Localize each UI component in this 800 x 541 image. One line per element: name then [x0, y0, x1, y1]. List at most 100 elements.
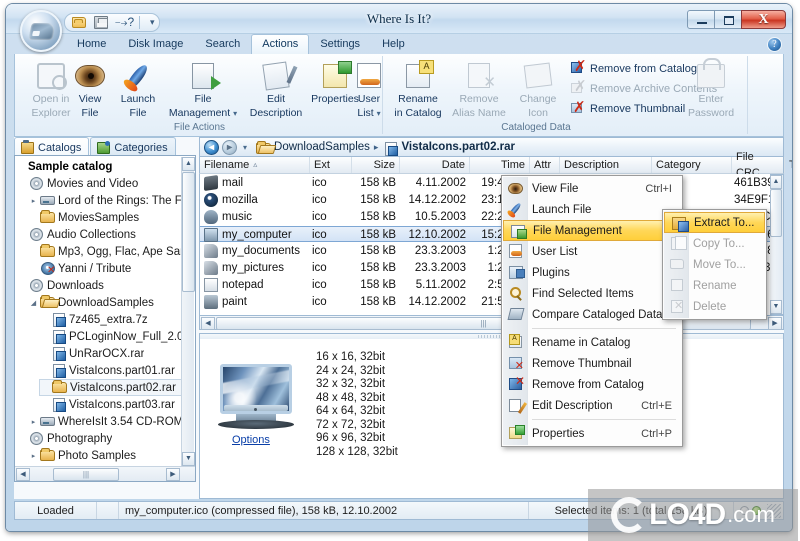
tree-item[interactable]: PCLoginNow_Full_2.0 — [39, 328, 185, 345]
ribbon-remove-alias-name[interactable]: Remove Alias Name — [446, 59, 512, 119]
help-icon[interactable]: ? — [767, 37, 782, 52]
menu-item-rename-in-catalog[interactable]: Rename in Catalog — [502, 332, 682, 353]
column-header-tag[interactable]: Tag — [785, 157, 792, 173]
tree-item[interactable]: Mp3, Ogg, Flac, Ape Sam — [28, 243, 185, 260]
tree-expander-icon[interactable]: ▸ — [28, 452, 39, 460]
menu-item-compare-cataloged-data[interactable]: Compare Cataloged Data — [502, 304, 682, 325]
column-header-ext[interactable]: Ext — [310, 157, 352, 173]
scroll-right-button[interactable]: ▶ — [768, 317, 782, 330]
menu-item-remove-thumbnail[interactable]: Remove Thumbnail — [502, 353, 682, 374]
tree-item[interactable]: ▸Lord of the Rings: The Fe — [28, 192, 185, 209]
close-button[interactable]: X — [741, 10, 786, 29]
ribbon-tab-disk-image[interactable]: Disk Image — [117, 34, 194, 55]
menu-item-move-to[interactable]: Move To... — [663, 254, 766, 275]
quick-access-dropdown-icon[interactable]: ▾ — [148, 17, 155, 28]
menu-item-delete[interactable]: Delete — [663, 296, 766, 317]
tree-item[interactable]: 7z465_extra.7z — [39, 311, 185, 328]
column-header-time[interactable]: Time — [470, 157, 530, 173]
tree-item[interactable]: ◢DownloadSamples — [28, 294, 185, 311]
column-header-file-crc[interactable]: File CRC — [732, 157, 785, 173]
tree-item[interactable]: Sample catalog — [17, 158, 185, 175]
column-header-filename[interactable]: Filename▵ — [200, 157, 310, 173]
breadcrumb-item[interactable]: DownloadSamples — [255, 141, 370, 154]
catalog-tree[interactable]: Sample catalogMovies and Video▸Lord of t… — [14, 155, 196, 482]
tree-expander-icon[interactable]: ▸ — [28, 418, 39, 426]
column-header-category[interactable]: Category — [652, 157, 732, 173]
tree-item[interactable]: Photography — [17, 430, 185, 447]
ribbon-tab-actions[interactable]: Actions — [251, 34, 309, 55]
ribbon-remove-thumbnail[interactable]: ✗ Remove Thumbnail — [570, 101, 685, 116]
tree-expander-icon[interactable]: ▸ — [28, 197, 39, 205]
tree-item[interactable]: VistaIcons.part01.rar — [39, 362, 185, 379]
ribbon-change-icon[interactable]: Change Icon — [512, 59, 564, 119]
ribbon-tab-search[interactable]: Search — [194, 34, 251, 55]
ribbon-enter-password[interactable]: Enter Password — [682, 59, 740, 119]
tree-vertical-scrollbar[interactable]: ▲ ▼ — [181, 157, 194, 482]
save-icon[interactable] — [93, 15, 109, 30]
menu-item-edit-description[interactable]: Edit DescriptionCtrl+E — [502, 395, 682, 416]
table-row[interactable]: mailico158 kB4.11.200219:47:44a16 x 16, … — [200, 175, 770, 191]
tree-item[interactable]: Document Samples — [28, 481, 185, 482]
scroll-thumb[interactable] — [770, 189, 782, 237]
scroll-left-button[interactable]: ◀ — [16, 468, 30, 481]
maximize-button[interactable] — [714, 10, 742, 29]
tree-item[interactable]: ▸Photo Samples — [28, 447, 185, 464]
ribbon-tab-help[interactable]: Help — [371, 34, 416, 55]
application-menu-orb[interactable] — [20, 10, 62, 52]
tree-item[interactable]: VistaIcons.part03.rar — [39, 396, 185, 413]
help-cursor-icon[interactable]: ⤍? — [115, 15, 131, 30]
menu-item-view-file[interactable]: View FileCtrl+I — [502, 178, 682, 199]
menu-item-launch-file[interactable]: Launch File — [502, 199, 682, 220]
column-header-attr[interactable]: Attr — [530, 157, 560, 173]
scroll-down-button[interactable]: ▼ — [182, 452, 195, 466]
left-tab-categories[interactable]: Categories — [90, 137, 175, 155]
menu-item-properties[interactable]: PropertiesCtrl+P — [502, 423, 682, 444]
tree-item[interactable]: Downloads — [17, 277, 185, 294]
tree-horizontal-scrollbar[interactable]: ◀ ||| ▶ — [15, 466, 195, 481]
column-header-size[interactable]: Size — [352, 157, 400, 173]
menu-item-remove-from-catalog[interactable]: Remove from Catalog — [502, 374, 682, 395]
menu-item-copy-to[interactable]: Copy To... — [663, 233, 766, 254]
preview-splitter[interactable] — [200, 334, 783, 339]
resize-grip[interactable] — [767, 504, 781, 518]
ribbon-launch-file[interactable]: Launch File — [113, 59, 163, 119]
menu-item-find-selected-items[interactable]: Find Selected Items — [502, 283, 682, 304]
left-tab-catalogs[interactable]: Catalogs — [14, 137, 89, 155]
chevron-down-icon[interactable]: ▾ — [377, 109, 381, 118]
tree-item[interactable]: Yanni / Tribute — [28, 260, 185, 277]
ribbon-remove-from-catalog[interactable]: ✗ Remove from Catalog — [570, 61, 697, 76]
ribbon-tab-home[interactable]: Home — [66, 34, 117, 55]
menu-item-plugins[interactable]: Plugins▶ — [502, 262, 682, 283]
ribbon-file-management[interactable]: File Management ▾ — [163, 59, 243, 119]
tree-item[interactable]: UnRarOCX.rar — [39, 345, 185, 362]
scroll-up-button[interactable]: ▲ — [182, 157, 195, 171]
ribbon-edit-description[interactable]: Edit Description — [243, 59, 309, 119]
menu-item-extract-to[interactable]: Extract To... — [664, 212, 765, 233]
tree-item[interactable]: VistaIcons.part02.rar — [39, 379, 185, 396]
table-row[interactable]: mozillaico158 kB14.12.200223:18:08a16 x … — [200, 192, 770, 208]
ribbon-tab-settings[interactable]: Settings — [309, 34, 371, 55]
ribbon-view-file[interactable]: View File — [67, 59, 113, 119]
scroll-down-button[interactable]: ▼ — [770, 300, 782, 314]
tree-item[interactable]: Audio Collections — [17, 226, 185, 243]
column-header-date[interactable]: Date — [400, 157, 470, 173]
menu-item-rename[interactable]: Rename — [663, 275, 766, 296]
scroll-left-button[interactable]: ◀ — [201, 317, 215, 330]
column-header-description[interactable]: Description — [560, 157, 652, 173]
ribbon-user-list[interactable]: User List ▾ — [347, 59, 391, 119]
forward-button[interactable]: ▸ — [222, 140, 237, 155]
back-button[interactable]: ◂ — [204, 140, 219, 155]
menu-item-file-management[interactable]: File Management▶ — [503, 220, 681, 241]
tree-item[interactable]: MoviesSamples — [28, 209, 185, 226]
file-list-vertical-scrollbar[interactable]: ▲ ▼ — [770, 174, 784, 315]
tree-expander-icon[interactable]: ◢ — [28, 299, 39, 307]
history-dropdown-icon[interactable]: ▾ — [240, 143, 250, 152]
scroll-right-button[interactable]: ▶ — [166, 468, 180, 481]
tree-item[interactable]: ▸WhereIsIt 3.54 CD-ROM — [28, 413, 185, 430]
minimize-button[interactable] — [687, 10, 715, 29]
menu-item-user-list[interactable]: User List▶ — [502, 241, 682, 262]
breadcrumb-item[interactable]: VistaIcons.part02.rar — [382, 141, 515, 154]
tree-item[interactable]: Movies and Video — [17, 175, 185, 192]
open-icon[interactable] — [71, 15, 87, 30]
chevron-down-icon[interactable]: ▾ — [233, 109, 237, 118]
